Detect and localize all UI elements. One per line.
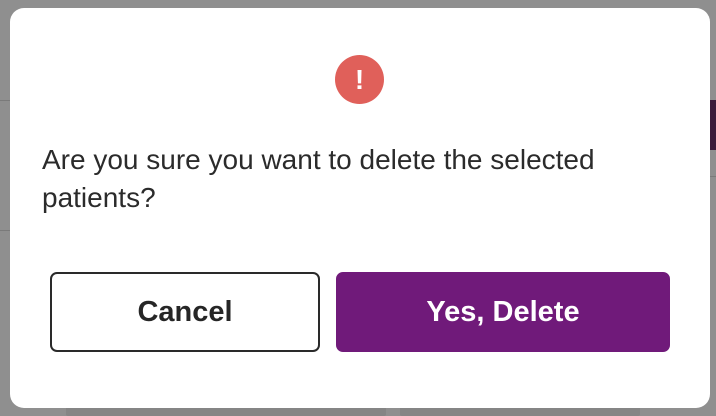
cancel-button-label: Cancel bbox=[137, 295, 233, 328]
dialog-message: Are you sure you want to delete the sele… bbox=[42, 144, 595, 213]
confirm-delete-button-label: Yes, Delete bbox=[426, 295, 580, 328]
cancel-button[interactable]: Cancel bbox=[50, 272, 320, 352]
alert-glyph: ! bbox=[354, 63, 365, 95]
exclamation-alert-icon: ! bbox=[335, 55, 384, 104]
confirm-delete-button[interactable]: Yes, Delete bbox=[336, 272, 670, 352]
confirm-delete-dialog: ! Are you sure you want to delete the se… bbox=[10, 8, 710, 408]
